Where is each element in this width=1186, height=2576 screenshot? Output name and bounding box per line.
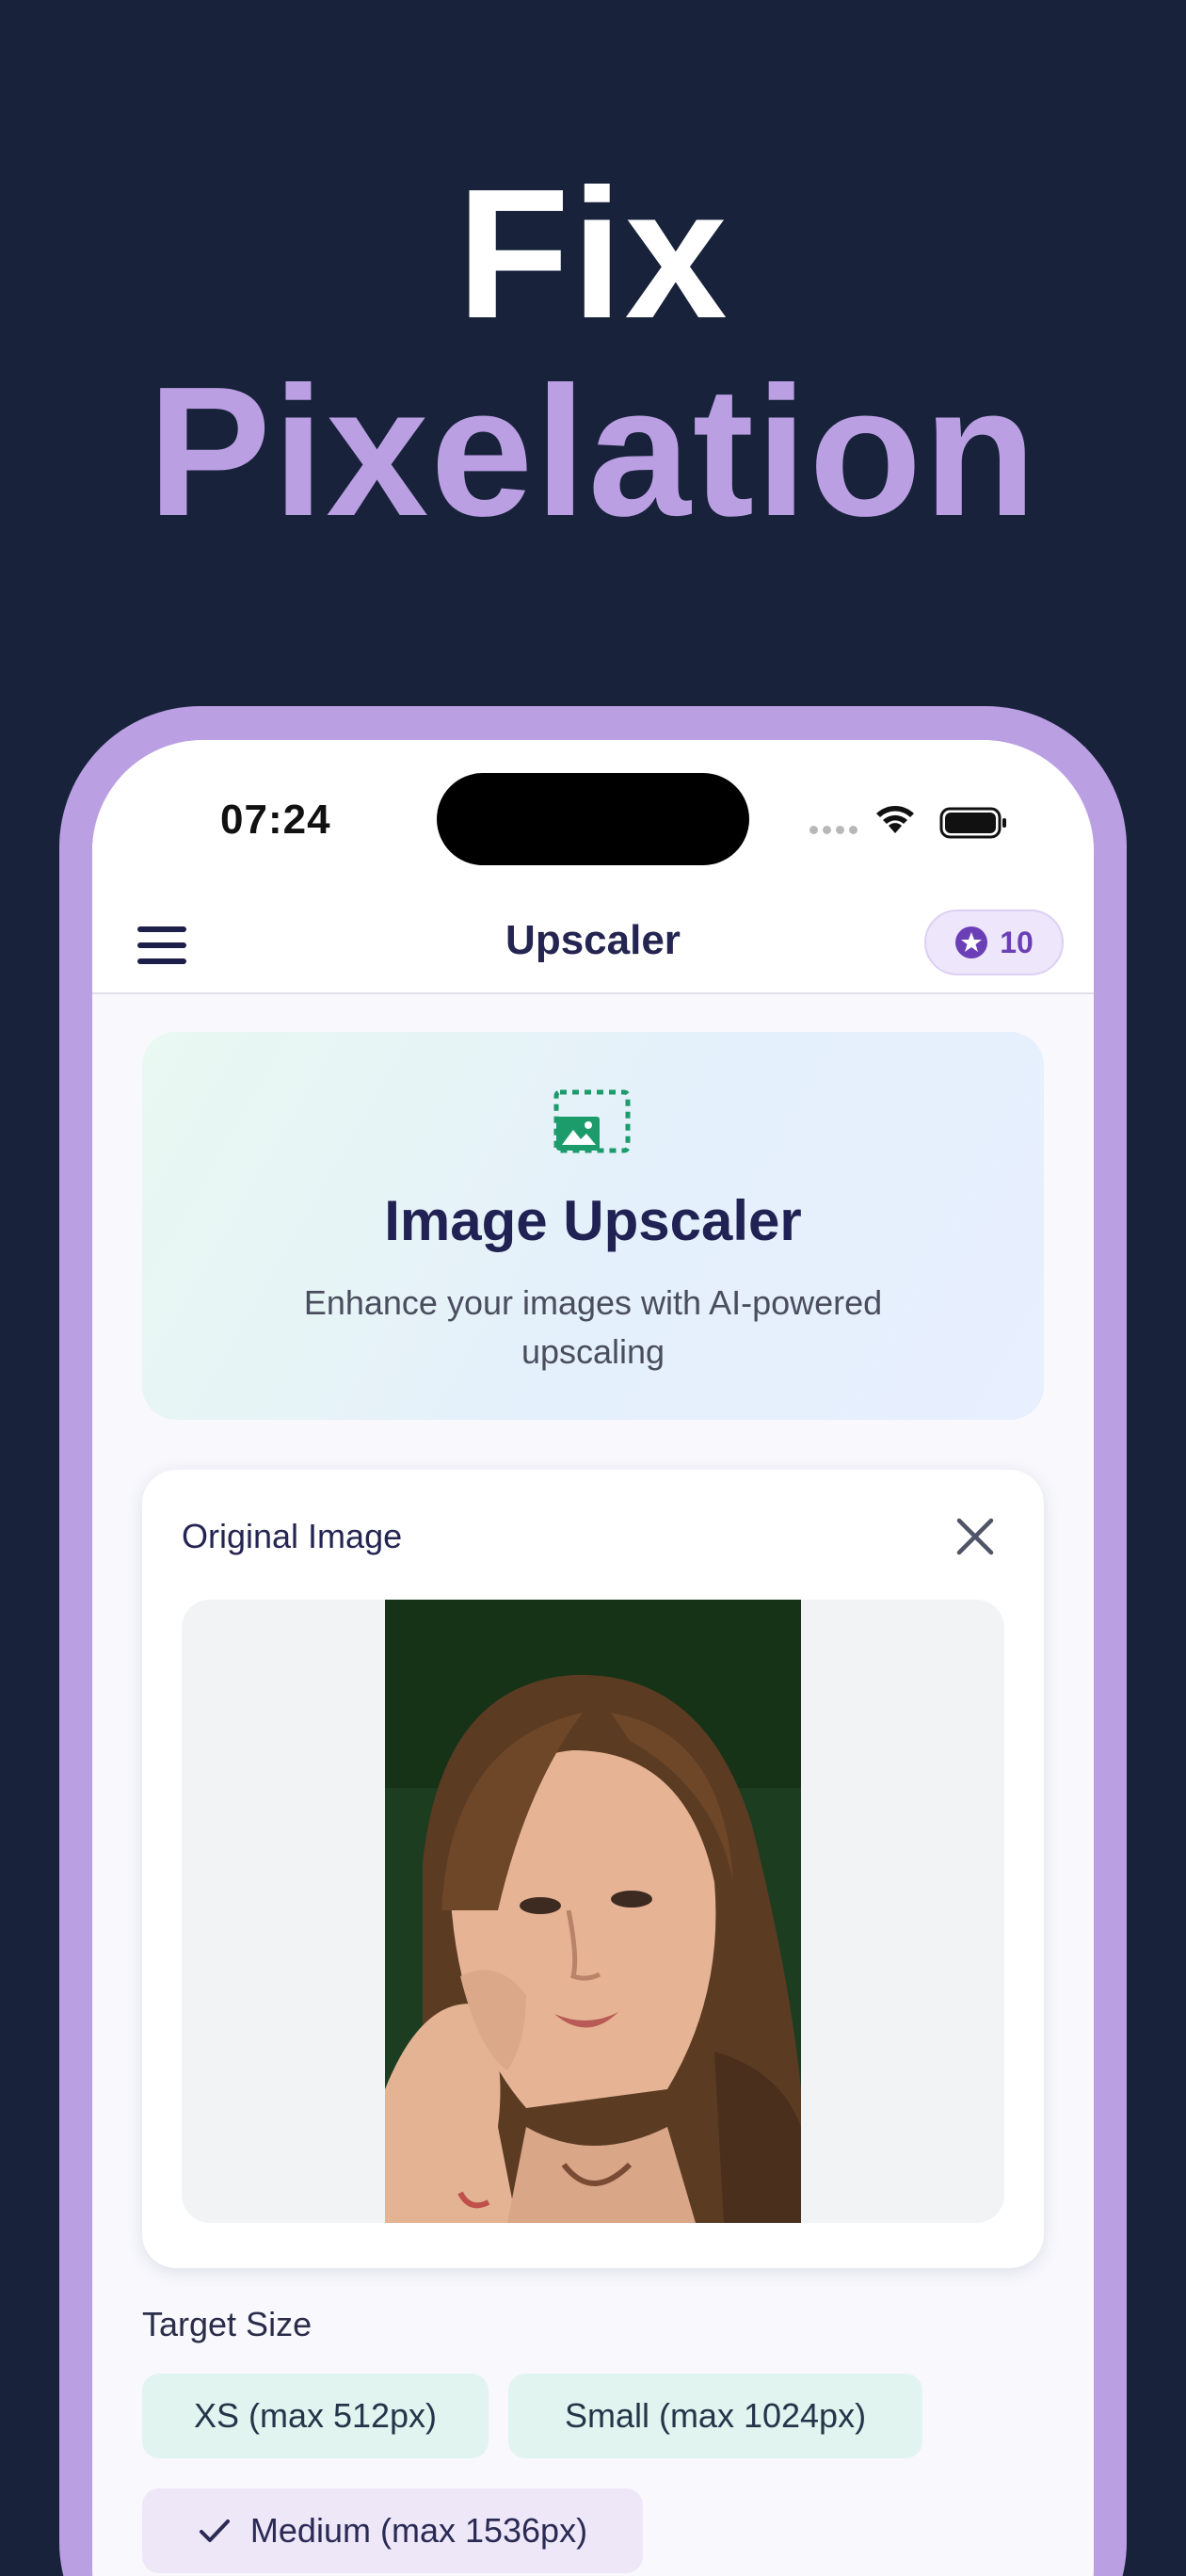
size-option-xs[interactable]: XS (max 512px)	[142, 2374, 489, 2458]
image-preview-area	[182, 1600, 1004, 2223]
star-icon	[955, 926, 988, 958]
app-bar: Upscaler 10	[92, 891, 1094, 994]
original-image-card: Original Image	[142, 1470, 1044, 2268]
uploaded-photo	[385, 1600, 801, 2223]
status-bar: 07:24	[92, 740, 1094, 891]
hero-line-fix: Fix	[457, 151, 729, 357]
hero-line-pixelation: Pixelation	[148, 348, 1038, 555]
image-upscale-icon	[553, 1089, 631, 1153]
dynamic-island	[437, 773, 749, 865]
wifi-icon	[876, 806, 914, 833]
cellular-signal-icon	[809, 826, 857, 834]
phone-screen: 07:24 Upscaler 10 Image Upscaler Enhance…	[92, 740, 1094, 2576]
checkmark-icon	[199, 2520, 230, 2542]
size-option-medium-label: Medium (max 1536px)	[249, 2511, 588, 2550]
banner-subtitle: Enhance your images with AI-powered upsc…	[303, 1283, 883, 1371]
size-option-medium[interactable]: Medium (max 1536px)	[142, 2488, 643, 2573]
hero-headline: Fix Pixelation	[0, 160, 1186, 555]
status-time: 07:24	[220, 797, 331, 843]
banner-title: Image Upscaler	[384, 1189, 802, 1252]
card-title: Original Image	[182, 1517, 403, 1555]
size-option-xs-label: XS (max 512px)	[193, 2396, 438, 2435]
credits-count: 10	[1000, 925, 1034, 959]
target-size-label: Target Size	[142, 2305, 313, 2343]
size-option-small[interactable]: Small (max 1024px)	[508, 2374, 922, 2458]
close-icon[interactable]	[954, 1515, 997, 1558]
battery-icon	[939, 807, 1006, 839]
credits-badge[interactable]: 10	[924, 910, 1064, 975]
size-option-small-label: Small (max 1024px)	[564, 2396, 867, 2435]
upscaler-banner: Image Upscaler Enhance your images with …	[142, 1032, 1044, 1420]
